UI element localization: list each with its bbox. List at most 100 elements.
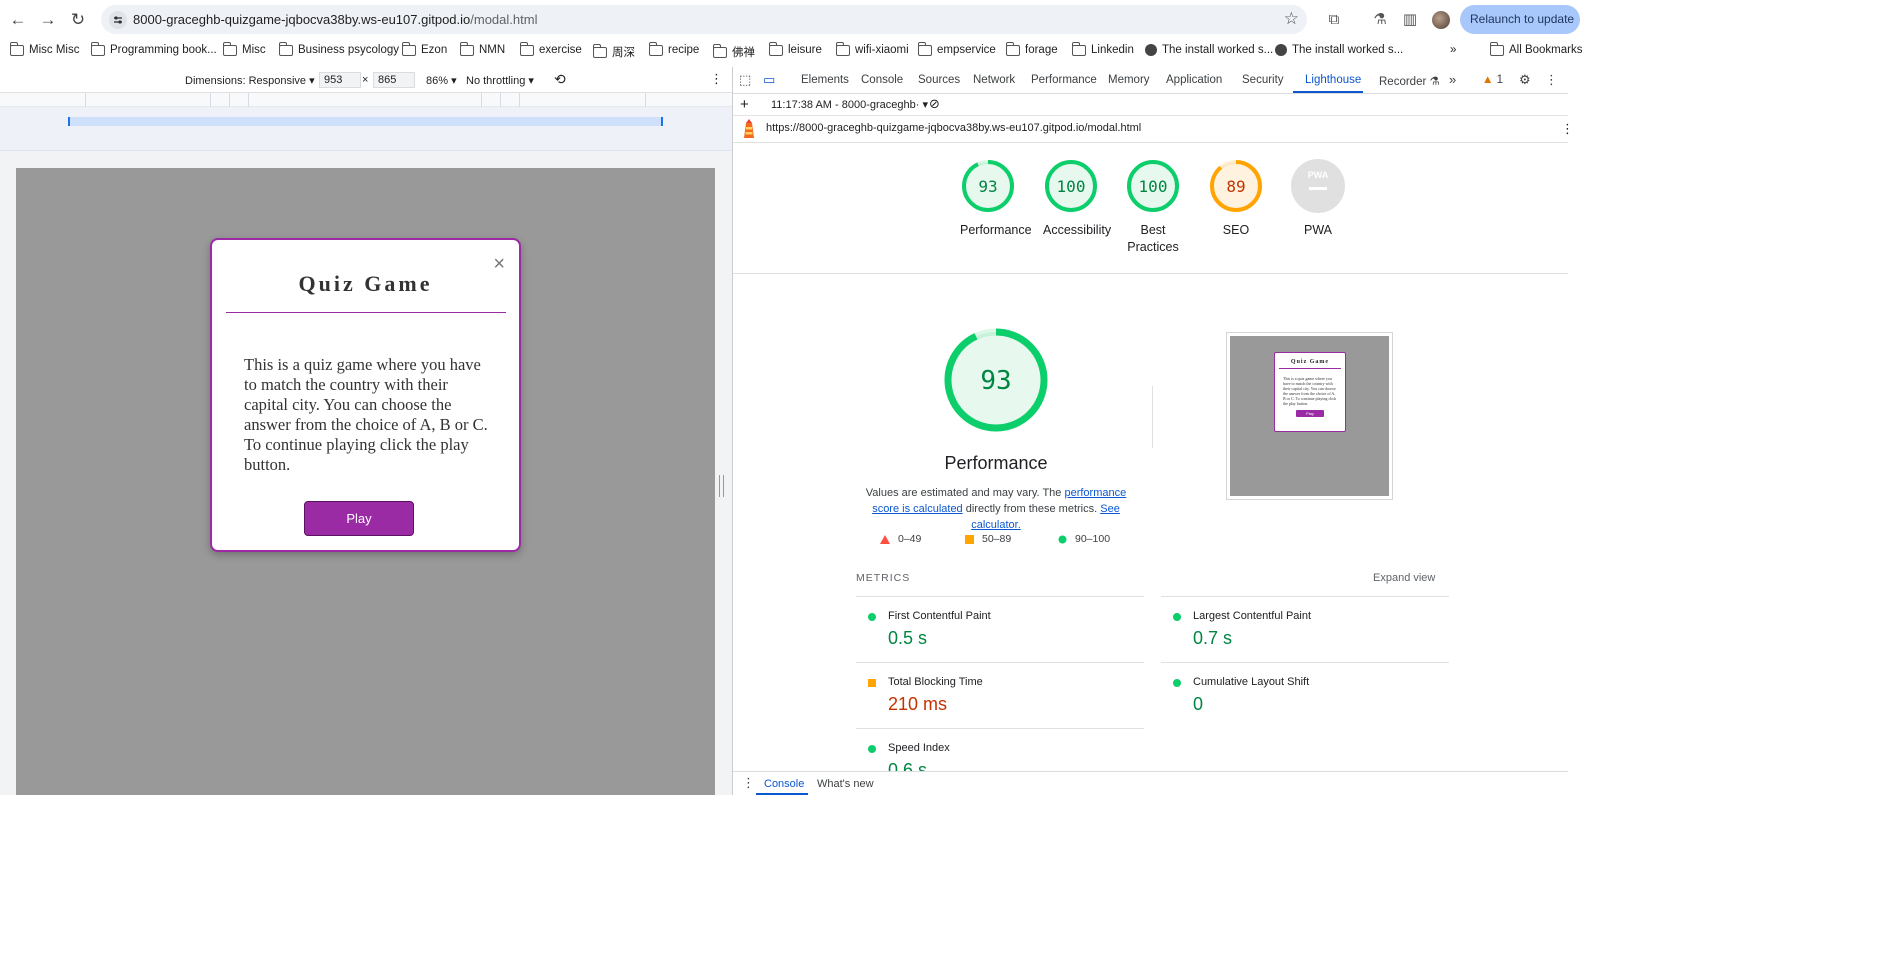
ruler-tick bbox=[645, 93, 646, 107]
bookmark-link[interactable]: The install worked s... bbox=[1275, 44, 1403, 56]
folder-icon bbox=[223, 41, 237, 56]
bookmark-folder[interactable]: Business psycology bbox=[279, 41, 399, 56]
new-report-icon[interactable]: + bbox=[740, 96, 749, 113]
bookmark-star-icon[interactable]: ☆ bbox=[1284, 9, 1299, 29]
back-icon[interactable]: ← bbox=[6, 8, 30, 32]
metric-name: First Contentful Paint bbox=[888, 610, 991, 622]
address-bar[interactable]: 8000-graceghb-quizgame-jqbocva38by.ws-eu… bbox=[101, 5, 1307, 34]
width-input[interactable]: 953 bbox=[319, 72, 361, 88]
active-tab-indicator bbox=[1293, 91, 1363, 93]
devtools-drawer: ⋮ Console What's new bbox=[733, 771, 1568, 795]
drawer-menu-icon[interactable]: ⋮ bbox=[742, 775, 755, 791]
tab-lighthouse[interactable]: Lighthouse bbox=[1305, 74, 1361, 86]
bookmark-folder[interactable]: Linkedin bbox=[1072, 41, 1134, 56]
tab-performance[interactable]: Performance bbox=[1031, 74, 1097, 86]
expand-view-button[interactable]: Expand view bbox=[1373, 572, 1435, 584]
bookmark-folder[interactable]: exercise bbox=[520, 41, 582, 56]
side-panel-icon[interactable]: ▥ bbox=[1401, 10, 1419, 28]
gauge-label: Best Practices bbox=[1127, 223, 1179, 254]
forward-icon[interactable]: → bbox=[36, 8, 60, 32]
tab-sources[interactable]: Sources bbox=[918, 74, 960, 86]
bookmark-folder[interactable]: Misc Misc bbox=[10, 41, 79, 56]
device-toggle-icon[interactable]: ▭ bbox=[763, 72, 775, 88]
bookmark-folder[interactable]: wifi-xiaomi bbox=[836, 41, 909, 56]
folder-icon bbox=[1490, 41, 1504, 56]
play-button[interactable]: Play bbox=[304, 501, 414, 536]
bookmark-folder[interactable]: Misc bbox=[223, 41, 266, 56]
devtools-tabbar: ⬚ ▭ Elements Console Sources Network Per… bbox=[733, 67, 1568, 94]
gauge-pwa[interactable]: PWA PWA bbox=[1290, 158, 1346, 239]
url-path: /modal.html bbox=[470, 12, 538, 27]
more-bookmarks-icon[interactable]: » bbox=[1450, 44, 1456, 56]
throttling-dropdown[interactable]: No throttling ▾ bbox=[466, 74, 534, 87]
labs-icon[interactable]: ⚗ bbox=[1371, 10, 1389, 28]
extensions-icon[interactable]: ⧉ bbox=[1325, 10, 1343, 28]
height-input[interactable]: 865 bbox=[373, 72, 415, 88]
reload-icon[interactable]: ↻ bbox=[66, 8, 90, 32]
url-text[interactable]: 8000-graceghb-quizgame-jqbocva38by.ws-eu… bbox=[133, 12, 537, 27]
bookmark-folder[interactable]: empservice bbox=[918, 41, 996, 56]
tab-network[interactable]: Network bbox=[973, 74, 1015, 86]
tab-application[interactable]: Application bbox=[1166, 74, 1222, 86]
bookmark-folder[interactable]: Programming book... bbox=[91, 41, 217, 56]
ruler-tick bbox=[229, 93, 230, 107]
rotate-icon[interactable]: ⟲ bbox=[554, 71, 566, 88]
report-url[interactable]: https://8000-graceghb-quizgame-jqbocva38… bbox=[766, 122, 1141, 134]
bookmarks-bar: Misc Misc Programming book... Misc Busin… bbox=[0, 40, 1583, 64]
globe-icon bbox=[1145, 44, 1157, 56]
clear-reports-icon[interactable]: ⊘ bbox=[929, 96, 940, 112]
gauge-seo[interactable]: 89 SEO bbox=[1208, 158, 1264, 239]
more-tabs-icon[interactable]: » bbox=[1449, 72, 1456, 87]
tab-elements[interactable]: Elements bbox=[801, 74, 849, 86]
tab-memory[interactable]: Memory bbox=[1108, 74, 1150, 86]
all-bookmarks-folder[interactable]: All Bookmarks bbox=[1490, 41, 1583, 56]
bookmark-folder[interactable]: recipe bbox=[649, 41, 699, 56]
bookmark-folder[interactable]: leisure bbox=[769, 41, 822, 56]
divider bbox=[226, 312, 506, 313]
bookmark-folder[interactable]: forage bbox=[1006, 41, 1058, 56]
media-query-bar[interactable] bbox=[0, 93, 732, 107]
inspect-element-icon[interactable]: ⬚ bbox=[739, 72, 751, 88]
divider bbox=[733, 273, 1568, 274]
tab-console[interactable]: Console bbox=[861, 74, 903, 86]
folder-icon bbox=[649, 41, 663, 56]
circle-icon bbox=[868, 745, 876, 753]
bookmark-folder[interactable]: 佛禅 bbox=[713, 43, 755, 60]
gauge-best-practices[interactable]: 100 Best Practices bbox=[1125, 158, 1181, 256]
zoom-dropdown[interactable]: 86% ▾ bbox=[426, 74, 457, 87]
ruler-tick bbox=[210, 93, 211, 107]
bookmark-link[interactable]: The install worked s... bbox=[1145, 44, 1273, 56]
final-screenshot[interactable]: Quiz Game This is a quiz game where you … bbox=[1226, 332, 1393, 500]
settings-gear-icon[interactable]: ⚙ bbox=[1519, 72, 1531, 88]
folder-icon bbox=[460, 41, 474, 56]
bookmark-folder[interactable]: Ezon bbox=[402, 41, 447, 56]
resize-handle[interactable] bbox=[719, 475, 724, 497]
report-selector[interactable]: 11:17:38 AM - 8000-graceghb· ▾ bbox=[771, 98, 928, 111]
bookmark-folder[interactable]: 周深 bbox=[593, 43, 635, 60]
devtools-menu-icon[interactable]: ⋮ bbox=[1545, 72, 1558, 88]
square-icon bbox=[965, 534, 974, 544]
ruler-width-bar[interactable] bbox=[68, 117, 663, 126]
gauge-label: PWA bbox=[1303, 223, 1332, 237]
profile-avatar[interactable] bbox=[1432, 11, 1450, 29]
drawer-tab-whats-new[interactable]: What's new bbox=[817, 778, 874, 790]
tab-security[interactable]: Security bbox=[1242, 74, 1284, 86]
gauge-performance[interactable]: 93 Performance bbox=[960, 158, 1032, 239]
metric-value: 210 ms bbox=[888, 694, 948, 714]
gauge-accessibility[interactable]: 100 Accessibility bbox=[1043, 158, 1111, 239]
report-menu-icon[interactable]: ⋮ bbox=[1561, 121, 1574, 137]
metric-largest-contentful-paint: Largest Contentful Paint 0.7 s bbox=[1161, 596, 1449, 662]
more-options-icon[interactable]: ⋮ bbox=[710, 71, 723, 87]
dimensions-dropdown[interactable]: Dimensions: Responsive ▾ bbox=[185, 74, 315, 87]
drawer-tab-console[interactable]: Console bbox=[764, 778, 804, 790]
bookmark-folder[interactable]: NMN bbox=[460, 41, 505, 56]
folder-icon bbox=[520, 41, 534, 56]
issues-badge[interactable]: ▲ 1 bbox=[1482, 74, 1503, 86]
folder-icon bbox=[713, 43, 727, 58]
site-info-icon[interactable] bbox=[109, 11, 127, 29]
tab-recorder[interactable]: Recorder ⚗ bbox=[1379, 74, 1440, 88]
metric-name: Speed Index bbox=[888, 742, 950, 754]
modal-description: This is a quiz game where you have to ma… bbox=[244, 355, 488, 474]
report-url-bar: https://8000-graceghb-quizgame-jqbocva38… bbox=[733, 116, 1574, 143]
relaunch-button[interactable]: Relaunch to update bbox=[1460, 5, 1580, 34]
